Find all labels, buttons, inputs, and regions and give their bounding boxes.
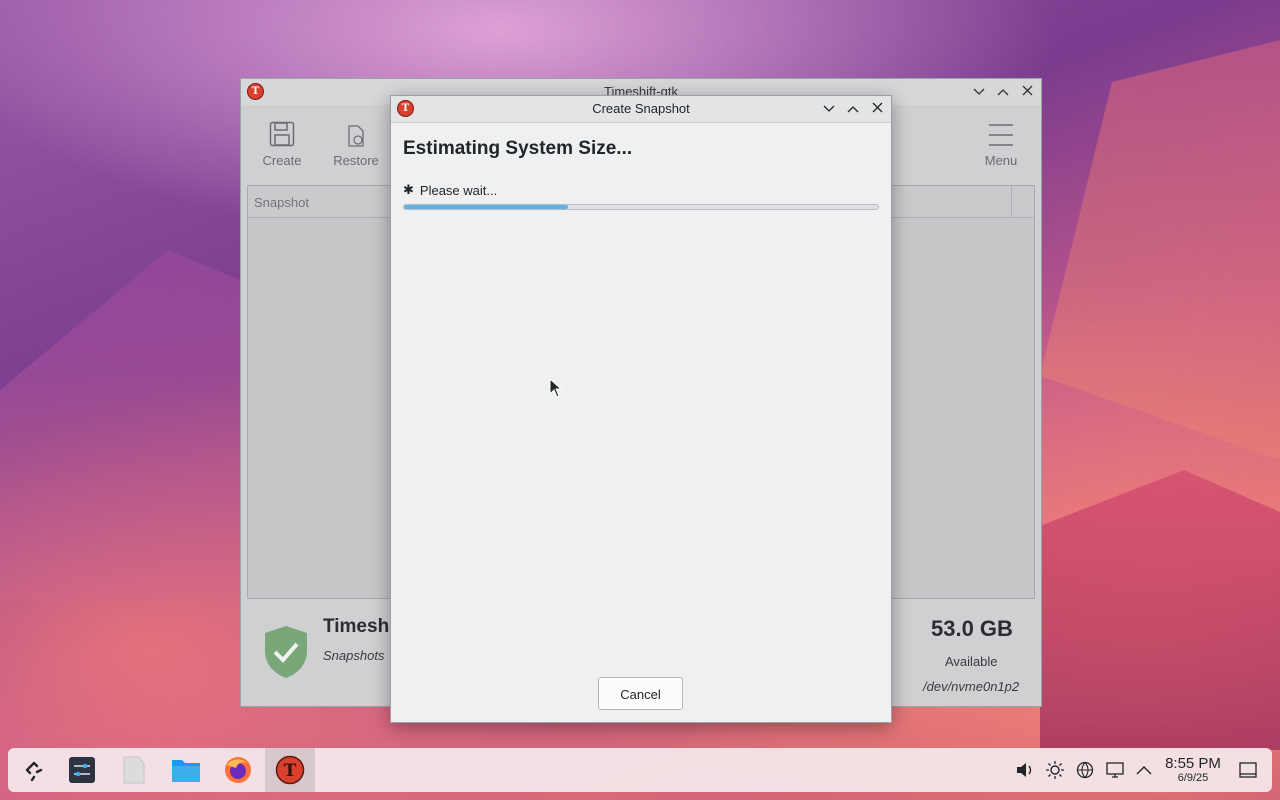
menu-label: Menu [984, 153, 1018, 168]
menu-button[interactable]: Menu [966, 117, 1036, 168]
wallpaper-fold [1040, 40, 1280, 460]
mouse-cursor-icon [549, 377, 563, 403]
available-label: Available [945, 654, 998, 669]
file-manager-icon[interactable] [169, 753, 203, 787]
display-icon[interactable] [1105, 760, 1125, 780]
save-icon [247, 117, 317, 147]
create-snapshot-dialog: T Create Snapshot Estimating System Size… [390, 95, 892, 723]
app-launcher-icon[interactable] [17, 753, 51, 787]
system-settings-icon[interactable] [65, 753, 99, 787]
clock-time: 8:55 PM [1165, 755, 1221, 772]
expand-tray-icon[interactable] [1134, 760, 1154, 780]
brightness-icon[interactable] [1045, 760, 1065, 780]
dialog-title: Create Snapshot [592, 101, 690, 116]
maximize-icon[interactable] [993, 82, 1013, 102]
network-icon[interactable] [1075, 760, 1095, 780]
svg-text:T: T [284, 761, 297, 781]
gear-icon: ✱ [403, 182, 414, 197]
close-icon[interactable] [1017, 82, 1037, 102]
clock-date: 6/9/25 [1177, 772, 1209, 784]
create-button[interactable]: Create [247, 117, 317, 168]
restore-button[interactable]: Restore [321, 117, 391, 168]
firefox-icon[interactable] [221, 753, 255, 787]
minimize-icon[interactable] [819, 99, 839, 119]
text-file-icon[interactable] [117, 753, 151, 787]
maximize-icon[interactable] [843, 99, 863, 119]
close-icon[interactable] [867, 99, 887, 119]
cancel-button[interactable]: Cancel [598, 677, 683, 710]
column-snapshot[interactable]: Snapshot [254, 195, 309, 210]
clock[interactable]: 8:55 PM 6/9/25 [1158, 755, 1228, 784]
restore-file-icon [321, 117, 391, 147]
show-desktop-icon[interactable] [1238, 760, 1258, 780]
hamburger-menu-icon [966, 117, 1036, 147]
shield-check-icon [263, 625, 309, 684]
available-size: 53.0 GB [931, 616, 1013, 641]
device-path: /dev/nvme0n1p2 [923, 679, 1020, 694]
dialog-titlebar: T Create Snapshot [391, 96, 891, 123]
wallpaper-fold [1040, 470, 1280, 750]
status-subtitle: Snapshots [323, 648, 385, 663]
restore-label: Restore [333, 153, 379, 168]
progress-bar-fill [404, 205, 568, 209]
progress-bar [403, 204, 879, 210]
status-line: ✱ Please wait... [403, 182, 497, 198]
status-title: Timesh [323, 616, 390, 637]
column-divider [1011, 186, 1012, 217]
dialog-heading: Estimating System Size... [403, 138, 633, 159]
volume-icon[interactable] [1015, 760, 1035, 780]
minimize-icon[interactable] [969, 82, 989, 102]
taskbar: T 8:55 PM 6/9/25 [8, 748, 1272, 792]
create-label: Create [262, 153, 302, 168]
timeshift-icon[interactable]: T [273, 753, 307, 787]
status-text: Please wait... [419, 182, 498, 198]
